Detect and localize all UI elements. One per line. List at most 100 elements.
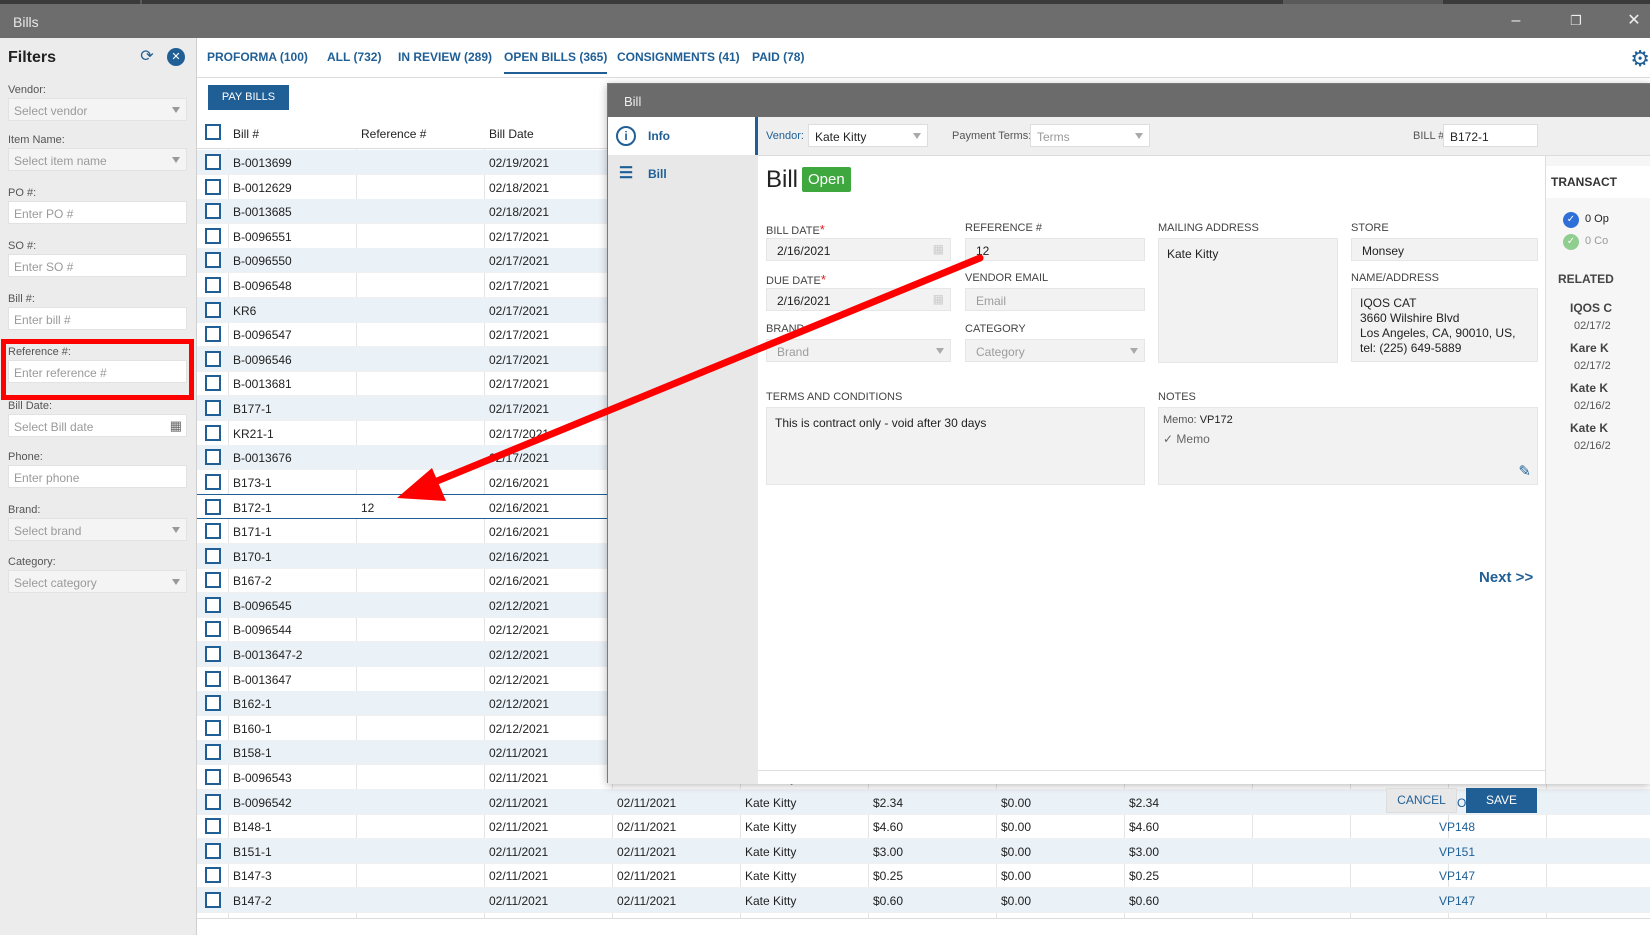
tab-consignments[interactable]: CONSIGNMENTS (41) bbox=[617, 50, 740, 64]
row-checkbox[interactable] bbox=[205, 793, 221, 810]
filter-input[interactable]: Enter phone bbox=[8, 465, 187, 488]
bill-number-input[interactable]: B172-1 bbox=[1443, 124, 1538, 147]
close-icon[interactable]: ✕ bbox=[1622, 10, 1646, 32]
row-checkbox[interactable] bbox=[205, 400, 221, 416]
tab-all[interactable]: ALL (732) bbox=[327, 50, 381, 64]
save-button[interactable]: SAVE bbox=[1466, 788, 1537, 813]
store-input[interactable]: Monsey bbox=[1351, 238, 1538, 261]
row-checkbox[interactable] bbox=[205, 252, 221, 269]
table-row[interactable]: B151-1 02/11/2021 02/11/2021 Kate Kitty $3.0… bbox=[197, 838, 1650, 864]
gear-icon[interactable]: ⚙ bbox=[1630, 46, 1650, 72]
row-checkbox[interactable] bbox=[205, 449, 221, 466]
header-bill[interactable]: Bill # bbox=[233, 127, 259, 141]
row-checkbox[interactable] bbox=[205, 154, 221, 170]
row-checkbox[interactable] bbox=[205, 744, 221, 761]
row-checkbox[interactable] bbox=[205, 892, 221, 908]
row-checkbox[interactable] bbox=[205, 326, 221, 343]
tab-proforma[interactable]: PROFORMA (100) bbox=[207, 50, 308, 64]
calendar-icon[interactable]: ▦ bbox=[170, 418, 182, 434]
calendar-icon[interactable]: ▦ bbox=[933, 242, 944, 256]
minimize-icon[interactable]: – bbox=[1504, 10, 1528, 32]
row-checkbox[interactable] bbox=[205, 842, 221, 859]
row-checkbox[interactable] bbox=[205, 523, 221, 539]
cell-date: 02/16/2021 bbox=[489, 525, 550, 539]
pay-bills-button[interactable]: PAY BILLS bbox=[208, 85, 289, 110]
due-date-input[interactable]: 2/16/2021 ▦ bbox=[766, 288, 951, 311]
table-row[interactable]: B147-3 02/11/2021 02/11/2021 Kate Kitty $0.2… bbox=[197, 863, 1650, 889]
refresh-icon[interactable]: ⟳ bbox=[138, 48, 156, 66]
row-checkbox[interactable] bbox=[205, 818, 221, 835]
transactions-tab[interactable]: TRANSACT bbox=[1546, 166, 1650, 198]
tab-in-review[interactable]: IN REVIEW (289) bbox=[398, 50, 492, 64]
cell-date: 02/17/2021 bbox=[489, 279, 550, 293]
terms-textarea[interactable]: This is contract only - void after 30 da… bbox=[766, 407, 1145, 485]
category-select[interactable]: Category bbox=[965, 339, 1145, 362]
related-item-name[interactable]: Kare K bbox=[1570, 341, 1609, 355]
row-checkbox[interactable] bbox=[205, 621, 221, 638]
vendor-email-input[interactable]: Email bbox=[965, 288, 1145, 311]
name-address-box[interactable]: IQOS CAT 3660 Wilshire Blvd Los Angeles,… bbox=[1351, 288, 1538, 362]
open-count: 0 Op bbox=[1585, 213, 1609, 225]
modal-topbar: Vendor: Kate Kitty Payment Terms: Terms … bbox=[758, 117, 1650, 156]
filter-input[interactable]: Select brand bbox=[8, 518, 187, 541]
cancel-button[interactable]: CANCEL bbox=[1386, 788, 1457, 813]
row-checkbox[interactable] bbox=[205, 719, 221, 736]
tab-paid[interactable]: PAID (78) bbox=[752, 50, 804, 64]
brand-select[interactable]: Brand bbox=[766, 339, 951, 362]
row-checkbox[interactable] bbox=[205, 572, 221, 589]
filter-input[interactable]: Enter SO # bbox=[8, 254, 187, 277]
related-item-name[interactable]: IQOS C bbox=[1570, 301, 1612, 315]
cell-date: 02/11/2021 bbox=[489, 894, 549, 908]
calendar-icon[interactable]: ▦ bbox=[933, 292, 944, 306]
payment-terms-select[interactable]: Terms bbox=[1030, 124, 1150, 147]
filter-input[interactable]: Enter PO # bbox=[8, 201, 187, 224]
row-checkbox[interactable] bbox=[205, 867, 221, 884]
cell-link[interactable]: VP148 bbox=[1439, 820, 1475, 834]
bill-date-input[interactable]: 2/16/2021 ▦ bbox=[766, 238, 951, 261]
row-checkbox[interactable] bbox=[205, 375, 221, 392]
modal-nav-info[interactable]: i Info bbox=[608, 117, 758, 155]
cell-link[interactable]: VP147 bbox=[1439, 869, 1475, 883]
row-checkbox[interactable] bbox=[205, 203, 221, 220]
mailing-address-box[interactable]: Kate Kitty bbox=[1158, 238, 1338, 363]
filter-input[interactable]: Select Bill date ▦ bbox=[8, 414, 187, 437]
row-checkbox[interactable] bbox=[205, 277, 221, 293]
row-checkbox[interactable] bbox=[205, 178, 221, 195]
row-checkbox[interactable] bbox=[205, 301, 221, 318]
filter-input[interactable]: Select item name bbox=[8, 148, 187, 171]
row-checkbox[interactable] bbox=[205, 499, 221, 516]
tab-open-bills[interactable]: OPEN BILLS (365) bbox=[504, 50, 608, 74]
row-checkbox[interactable] bbox=[205, 695, 221, 712]
table-row[interactable]: B148-1 02/11/2021 02/11/2021 Kate Kitty $4.6… bbox=[197, 814, 1650, 840]
header-reference[interactable]: Reference # bbox=[361, 127, 426, 141]
filter-input[interactable]: Enter bill # bbox=[8, 307, 187, 330]
filter-input[interactable]: Select vendor bbox=[8, 98, 187, 121]
related-item-name[interactable]: Kate K bbox=[1570, 381, 1608, 395]
select-all-checkbox[interactable] bbox=[205, 124, 221, 140]
row-checkbox[interactable] bbox=[205, 547, 221, 564]
row-checkbox[interactable] bbox=[205, 424, 221, 441]
restore-icon[interactable]: ❐ bbox=[1564, 10, 1588, 32]
row-checkbox[interactable] bbox=[205, 473, 221, 490]
next-link[interactable]: Next >> bbox=[1479, 569, 1533, 586]
clear-filters-icon[interactable]: ✕ bbox=[167, 48, 185, 66]
header-bill-date[interactable]: Bill Date bbox=[489, 127, 534, 141]
filter-input[interactable]: Select category bbox=[8, 570, 187, 593]
row-checkbox[interactable] bbox=[205, 350, 221, 367]
row-checkbox[interactable] bbox=[205, 227, 221, 244]
row-checkbox[interactable] bbox=[205, 646, 221, 662]
table-row[interactable]: B147-2 02/11/2021 02/11/2021 Kate Kitty $0.6… bbox=[197, 888, 1650, 913]
vendor-select[interactable]: Kate Kitty bbox=[808, 124, 928, 147]
edit-pencil-icon[interactable]: ✎ bbox=[1518, 462, 1531, 480]
address-line: tel: (225) 649-5889 bbox=[1360, 341, 1462, 355]
related-item-name[interactable]: Kate K bbox=[1570, 421, 1608, 435]
cell-link[interactable]: VP147 bbox=[1439, 894, 1475, 908]
cell-paid: $0.00 bbox=[1001, 820, 1032, 835]
row-checkbox[interactable] bbox=[205, 769, 221, 785]
reference-input[interactable]: 12 bbox=[965, 238, 1145, 261]
row-checkbox[interactable] bbox=[205, 670, 221, 687]
modal-nav-bill[interactable]: ☰ Bill bbox=[608, 155, 758, 193]
cell-link[interactable]: VP151 bbox=[1439, 845, 1475, 859]
row-checkbox[interactable] bbox=[205, 596, 221, 613]
notes-box[interactable]: Memo: VP172 ✓ Memo ✎ bbox=[1158, 407, 1538, 485]
